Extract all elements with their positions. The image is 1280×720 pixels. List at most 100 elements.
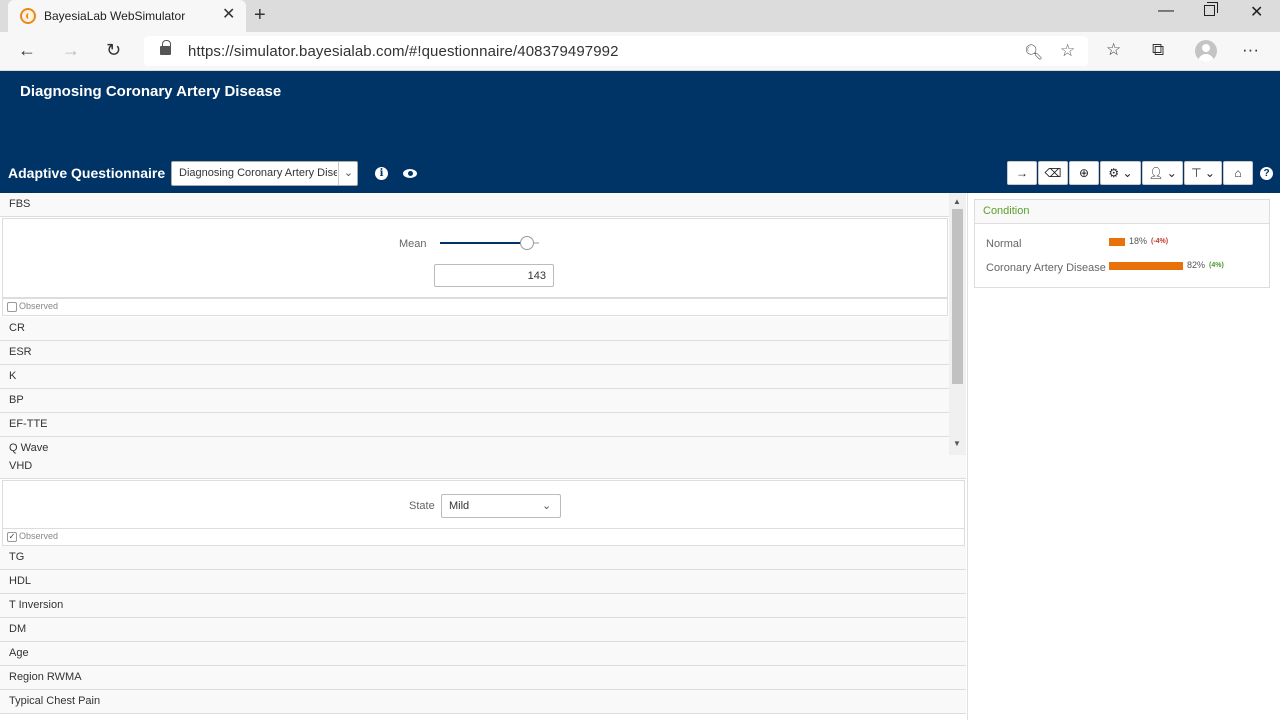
home-button[interactable]: ⌂ [1223,161,1253,185]
mean-input[interactable]: 143 [434,264,554,287]
questionnaire-panel-top: FBS Mean 143 Observed CR ESR K BP EF-TTE… [0,193,966,455]
forward-nav-icon[interactable]: → [62,40,80,60]
scroll-up-icon[interactable]: ▲ [953,197,961,206]
questionnaire-panel-bottom: VHD State Mild ⌄ ✓ Observed TG HDL T Inv… [0,455,966,720]
state-name: Coronary Artery Disease [986,262,1106,274]
state-label: State [409,500,435,512]
questionnaire-title: Adaptive Questionnaire [8,165,166,181]
target-state-row: Coronary Artery Disease 82% (4%) [975,260,1269,280]
var-header[interactable]: EF-TTE [0,413,949,437]
state-select-value: Mild [449,500,470,512]
mean-label: Mean [399,238,427,250]
var-name: TG [9,551,25,563]
collections-icon[interactable]: ⧉ [1152,40,1164,60]
chevron-down-icon: ⌄ [542,500,552,512]
var-body-fbs: Mean 143 [2,218,948,298]
var-header[interactable]: ESR [0,341,949,365]
scroll-thumb[interactable] [952,209,963,384]
bayesialab-favicon-icon [20,8,36,24]
var-header-fbs[interactable]: FBS [0,193,949,217]
var-header[interactable]: CR [0,317,949,341]
var-name: ESR [9,346,32,358]
profile-avatar-icon[interactable] [1195,40,1217,62]
chevron-down-icon: ⌄ [338,162,357,185]
questionnaire-select[interactable]: Diagnosing Coronary Artery Disease ⌄ [171,161,358,186]
restore-icon[interactable] [1204,2,1218,16]
var-body-vhd: State Mild ⌄ [2,480,965,529]
more-options-icon[interactable]: ··· [1242,40,1259,60]
minimize-icon[interactable]: — [1158,2,1174,20]
scrollbar[interactable]: ▲ ▼ [949,193,966,455]
star-icon[interactable]: ☆ [1060,41,1075,61]
var-name: FBS [9,198,31,210]
var-name: EF-TTE [9,418,48,430]
observed-row-fbs: Observed [2,298,948,316]
mean-slider[interactable] [440,236,539,250]
slider-fill [440,242,528,244]
var-header[interactable]: Q Wave [0,437,949,455]
browser-tab-bar: BayesiaLab WebSimulator ✕ + — ✕ [0,0,1280,32]
var-name: Age [9,647,29,659]
eraser-button[interactable]: ⌫ [1038,161,1068,185]
back-arrow-icon[interactable]: ← [18,40,36,60]
favorites-icon[interactable]: ☆ [1106,40,1121,60]
var-header[interactable]: HDL [0,570,966,594]
lock-icon[interactable] [160,40,171,55]
observed-checkbox[interactable] [7,302,17,312]
target-node-panel: Condition Normal 18% (-4%) Coronary Arte… [974,199,1270,288]
app-header: Diagnosing Coronary Artery Disease Adapt… [0,71,1280,193]
probability-value: 18% [1129,236,1148,246]
var-header[interactable]: Age [0,642,966,666]
help-icon[interactable]: ? [1260,167,1273,180]
observed-label: Observed [19,531,59,541]
var-header-vhd[interactable]: VHD [0,455,966,479]
browser-tab[interactable]: BayesiaLab WebSimulator ✕ [8,0,246,32]
info-icon[interactable]: i [375,167,388,180]
browser-toolbar: ← → ↻ https://simulator.bayesialab.com/#… [0,32,1280,71]
var-name: BP [9,394,24,406]
eye-icon[interactable] [403,169,417,178]
state-select[interactable]: Mild ⌄ [441,494,561,518]
reload-icon[interactable]: ↻ [106,40,121,60]
add-button[interactable]: ⊕ [1069,161,1099,185]
var-name: K [9,370,17,382]
target-node-title: Condition [975,200,1269,224]
zoom-icon[interactable]: 🔍︎ [1024,43,1043,61]
window-close-icon[interactable]: ✕ [1250,2,1263,22]
observed-row-vhd: ✓ Observed [2,528,965,546]
user-button[interactable]: 👤︎ ⌄ [1142,161,1183,185]
var-name: Region RWMA [9,671,82,683]
panel-divider [967,193,968,720]
new-tab-icon[interactable]: + [254,4,266,26]
var-name: T Inversion [9,599,64,611]
observed-checkbox[interactable]: ✓ [7,532,17,542]
scroll-down-icon[interactable]: ▼ [953,439,961,448]
var-name: CR [9,322,25,334]
probability-bar [1109,238,1125,246]
var-name: Typical Chest Pain [9,695,101,707]
var-header[interactable]: Region RWMA [0,666,966,690]
url-text[interactable]: https://simulator.bayesialab.com/#!quest… [188,43,619,60]
tab-close-icon[interactable]: ✕ [222,7,235,23]
var-header[interactable]: DM [0,618,966,642]
slider-handle[interactable] [520,236,535,250]
probability-delta: (4%) [1209,262,1224,269]
var-header[interactable]: BP [0,389,949,413]
target-state-row: Normal 18% (-4%) [975,236,1269,256]
tab-title: BayesiaLab WebSimulator [44,9,186,23]
address-bar[interactable]: https://simulator.bayesialab.com/#!quest… [144,36,1088,66]
var-name: DM [9,623,27,635]
var-header[interactable]: Typical Chest Pain [0,690,966,714]
questionnaire-select-value: Diagnosing Coronary Artery Disease [179,167,337,179]
var-header[interactable]: K [0,365,949,389]
var-name: Q Wave [9,442,49,454]
settings-button[interactable]: ⚙ ⌄ [1100,161,1141,185]
hierarchy-button[interactable]: ⊤ ⌄ [1184,161,1222,185]
var-header[interactable]: TG [0,546,966,570]
var-header[interactable]: T Inversion [0,594,966,618]
var-name: HDL [9,575,32,587]
probability-value: 82% [1187,260,1206,270]
state-name: Normal [986,238,1022,250]
var-name: VHD [9,460,33,472]
next-button[interactable]: → [1007,161,1037,185]
